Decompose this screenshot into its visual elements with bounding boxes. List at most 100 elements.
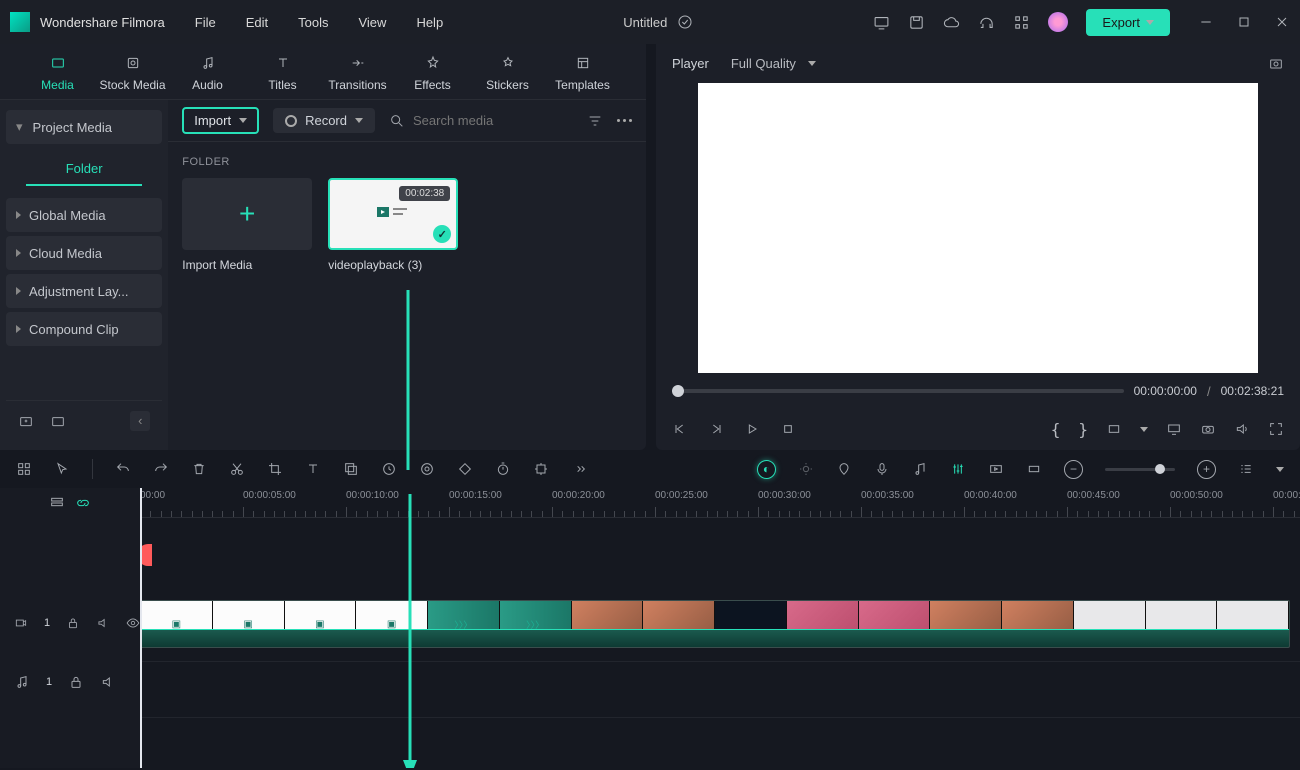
cut-icon[interactable]: [229, 461, 245, 477]
player-tab-label[interactable]: Player: [672, 56, 709, 71]
tab-media[interactable]: Media: [20, 52, 95, 92]
grid-icon[interactable]: [16, 461, 32, 477]
marker-icon[interactable]: [836, 461, 852, 477]
chevron-down-icon[interactable]: [1140, 427, 1148, 432]
new-folder-icon[interactable]: [18, 413, 34, 429]
sidebar-cloud-media[interactable]: Cloud Media: [6, 236, 162, 270]
quality-dropdown[interactable]: Full Quality: [731, 56, 816, 71]
menu-view[interactable]: View: [358, 15, 386, 30]
text-icon[interactable]: [305, 461, 321, 477]
record-dropdown[interactable]: Record: [273, 108, 375, 133]
detect-icon[interactable]: [533, 461, 549, 477]
cursor-icon[interactable]: [54, 461, 70, 477]
auto-ripple-icon[interactable]: ◐: [757, 460, 776, 479]
scrubber[interactable]: [672, 389, 1124, 393]
mic-icon[interactable]: [874, 461, 890, 477]
headphones-icon[interactable]: [978, 14, 995, 31]
tab-stickers[interactable]: Stickers: [470, 52, 545, 92]
folder-icon[interactable]: [50, 413, 66, 429]
import-dropdown[interactable]: Import: [182, 107, 259, 134]
ratio-icon[interactable]: [1106, 421, 1122, 437]
timer-icon[interactable]: [495, 461, 511, 477]
redo-icon[interactable]: [153, 461, 169, 477]
export-button[interactable]: Export: [1086, 9, 1170, 36]
volume-icon[interactable]: [1234, 421, 1250, 437]
tracks-icon[interactable]: [49, 495, 65, 511]
time-ruler[interactable]: 00:0000:00:05:0000:00:10:0000:00:15:0000…: [140, 488, 1300, 518]
prev-frame-icon[interactable]: [672, 421, 688, 437]
list-view-icon[interactable]: [1238, 461, 1254, 477]
search-input[interactable]: [413, 113, 573, 128]
lock-icon[interactable]: [66, 615, 80, 631]
keyframe-icon[interactable]: [457, 461, 473, 477]
chevron-down-icon[interactable]: [1276, 467, 1284, 472]
lock-icon[interactable]: [68, 674, 84, 690]
snapshot-icon[interactable]: [1268, 56, 1284, 72]
mark-in-icon[interactable]: {: [1051, 420, 1061, 439]
sidebar-folder-tab[interactable]: Folder: [26, 152, 142, 186]
sidebar-global-media[interactable]: Global Media: [6, 198, 162, 232]
color-icon[interactable]: [419, 461, 435, 477]
cloud-icon[interactable]: [943, 14, 960, 31]
zoom-out-button[interactable]: −: [1064, 460, 1083, 479]
stop-icon[interactable]: [780, 421, 796, 437]
speed-icon[interactable]: [381, 461, 397, 477]
device-icon[interactable]: [873, 14, 890, 31]
playhead[interactable]: [140, 488, 142, 768]
video-track-icon[interactable]: [14, 615, 28, 631]
music-icon[interactable]: [912, 461, 928, 477]
maximize-icon[interactable]: [1236, 14, 1252, 30]
tab-transitions[interactable]: Transitions: [320, 52, 395, 92]
media-clip-card[interactable]: 00:02:38 ✓ videoplayback (3): [328, 178, 458, 272]
delete-icon[interactable]: [191, 461, 207, 477]
crop-icon[interactable]: [267, 461, 283, 477]
tab-audio[interactable]: Audio: [170, 52, 245, 92]
tab-templates[interactable]: Templates: [545, 52, 620, 92]
more-tools-icon[interactable]: [571, 461, 587, 477]
mute-icon[interactable]: [96, 615, 110, 631]
video-track-1[interactable]: ▣ ▣ ▣ ▣ 〉〉〉 〉〉〉: [140, 586, 1300, 662]
filter-icon[interactable]: [587, 113, 603, 129]
tab-effects[interactable]: Effects: [395, 52, 470, 92]
menu-edit[interactable]: Edit: [246, 15, 268, 30]
import-media-card[interactable]: + Import Media: [182, 178, 312, 272]
snap-icon[interactable]: [1026, 461, 1042, 477]
audio-track-1[interactable]: [140, 662, 1300, 718]
more-icon[interactable]: [617, 119, 632, 122]
zoom-knob[interactable]: [1155, 464, 1165, 474]
sidebar-compound-clip[interactable]: Compound Clip: [6, 312, 162, 346]
mark-out-icon[interactable]: }: [1078, 420, 1088, 439]
sidebar-adjustment-layer[interactable]: Adjustment Lay...: [6, 274, 162, 308]
zoom-in-button[interactable]: +: [1197, 460, 1216, 479]
display-icon[interactable]: [1166, 421, 1182, 437]
camera-icon[interactable]: [1200, 421, 1216, 437]
video-clip[interactable]: ▣ ▣ ▣ ▣ 〉〉〉 〉〉〉: [140, 600, 1290, 648]
menu-tools[interactable]: Tools: [298, 15, 328, 30]
save-icon[interactable]: [908, 14, 925, 31]
menu-help[interactable]: Help: [416, 15, 443, 30]
menu-file[interactable]: File: [195, 15, 216, 30]
copy-icon[interactable]: [343, 461, 359, 477]
close-icon[interactable]: [1274, 14, 1290, 30]
collapse-sidebar-button[interactable]: ‹: [130, 411, 150, 431]
minimize-icon[interactable]: [1198, 14, 1214, 30]
zoom-slider[interactable]: [1105, 468, 1175, 471]
fullscreen-icon[interactable]: [1268, 421, 1284, 437]
tab-titles[interactable]: Titles: [245, 52, 320, 92]
scrubber-head[interactable]: [672, 385, 684, 397]
render-icon[interactable]: [988, 461, 1004, 477]
search-field[interactable]: [389, 113, 573, 129]
mixer-icon[interactable]: [950, 461, 966, 477]
mute-icon[interactable]: [100, 674, 116, 690]
eye-icon[interactable]: [126, 615, 140, 631]
tracks-area[interactable]: 00:0000:00:05:0000:00:10:0000:00:15:0000…: [140, 488, 1300, 768]
profile-avatar[interactable]: [1048, 12, 1068, 32]
audio-track-icon[interactable]: [14, 674, 30, 690]
undo-icon[interactable]: [115, 461, 131, 477]
link-icon[interactable]: [75, 495, 91, 511]
preview-canvas[interactable]: [698, 83, 1258, 373]
sidebar-project-media[interactable]: ▾Project Media: [6, 110, 162, 144]
play-icon[interactable]: [744, 421, 760, 437]
tab-stock-media[interactable]: Stock Media: [95, 52, 170, 92]
sun-icon[interactable]: [798, 461, 814, 477]
